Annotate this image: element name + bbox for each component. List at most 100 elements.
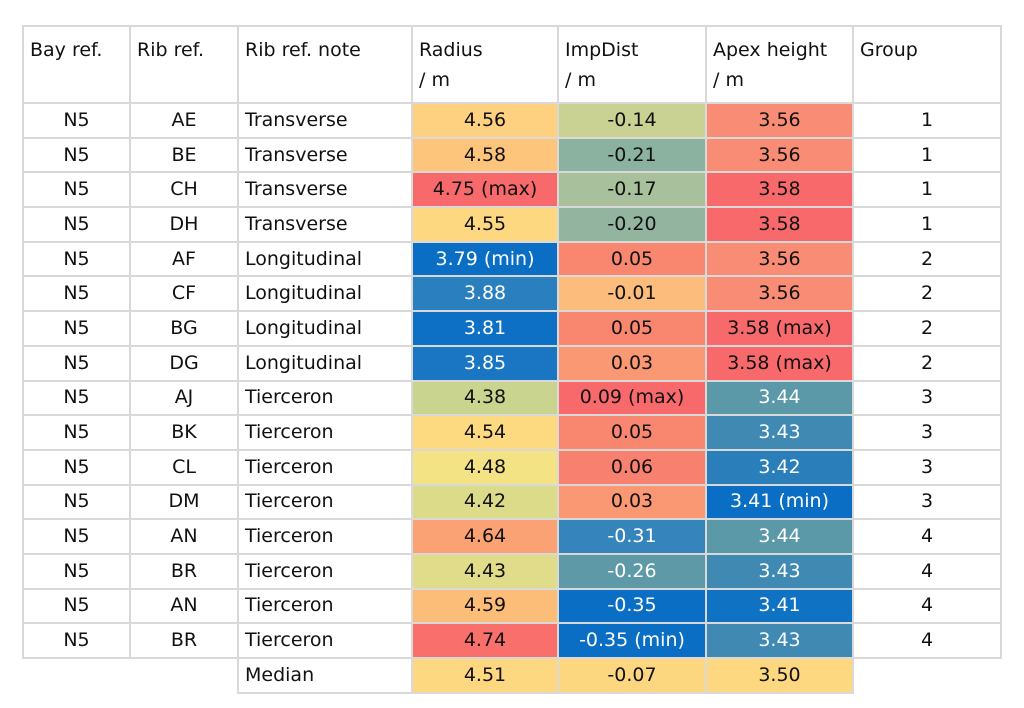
bay-ref-cell: N5	[22, 414, 131, 451]
header-radius: Radius / m	[411, 25, 559, 104]
impdist-cell: -0.35 (min)	[557, 622, 707, 659]
group-cell: 4	[852, 552, 1002, 590]
rib-ref-note-cell: Tierceron	[237, 587, 413, 625]
rib-ref-cell: BK	[129, 414, 239, 451]
radius-cell: 3.79 (min)	[411, 240, 559, 278]
header-rib-ref-note: Rib ref. note	[237, 25, 413, 104]
group-cell: 3	[852, 414, 1002, 451]
radius-cell: 4.54	[411, 414, 559, 451]
apex-height-cell: 3.56	[705, 240, 854, 278]
rib-ref-note-cell: Transverse	[237, 206, 413, 243]
bay-ref-cell: N5	[22, 171, 131, 209]
radius-cell: 4.55	[411, 206, 559, 243]
rib-ref-cell: BR	[129, 552, 239, 590]
apex-height-cell: 3.58 (max)	[705, 344, 854, 382]
apex-height-cell: 3.56	[705, 136, 854, 174]
table-row: N5 CH Transverse 4.75 (max) -0.17 3.58 1	[22, 171, 1002, 209]
radius-cell: 3.88	[411, 275, 559, 313]
header-group: Group	[852, 25, 1002, 104]
radius-cell: 4.56	[411, 102, 559, 139]
header-apex-height: Apex height / m	[705, 25, 854, 104]
apex-height-cell: 3.58 (max)	[705, 310, 854, 347]
rib-ref-note-cell: Tierceron	[237, 483, 413, 521]
group-cell: 1	[852, 136, 1002, 174]
empty-cell	[23, 658, 130, 693]
rib-ref-cell: DG	[129, 344, 239, 382]
radius-cell: 4.42	[411, 483, 559, 521]
rib-ref-note-cell: Longitudinal	[237, 310, 413, 347]
radius-cell: 4.58	[411, 136, 559, 174]
group-cell: 1	[852, 206, 1002, 243]
group-cell: 4	[852, 518, 1002, 555]
rib-ref-cell: CL	[129, 448, 239, 486]
group-cell: 1	[852, 171, 1002, 209]
impdist-cell: -0.17	[557, 171, 707, 209]
group-cell: 2	[852, 344, 1002, 382]
bay-ref-cell: N5	[22, 483, 131, 521]
rib-ref-cell: AE	[129, 102, 239, 139]
table-row: N5 BR Tierceron 4.74 -0.35 (min) 3.43 4	[22, 622, 1002, 659]
bay-ref-cell: N5	[22, 587, 131, 625]
header-impdist-unit: / m	[565, 69, 596, 91]
apex-height-cell: 3.43	[705, 622, 854, 659]
group-cell: 1	[852, 102, 1002, 139]
radius-cell: 4.43	[411, 552, 559, 590]
group-cell: 4	[852, 587, 1002, 625]
rib-ref-note-cell: Longitudinal	[237, 344, 413, 382]
table-row: N5 CL Tierceron 4.48 0.06 3.42 3	[22, 448, 1002, 486]
radius-cell: 3.85	[411, 344, 559, 382]
apex-height-cell: 3.58	[705, 171, 854, 209]
impdist-cell: -0.21	[557, 136, 707, 174]
rib-ref-note-cell: Transverse	[237, 171, 413, 209]
bay-ref-cell: N5	[22, 448, 131, 486]
bay-ref-cell: N5	[22, 275, 131, 313]
impdist-cell: -0.20	[557, 206, 707, 243]
bay-ref-cell: N5	[22, 206, 131, 243]
table-row: N5 AN Tierceron 4.59 -0.35 3.41 4	[22, 587, 1002, 625]
group-cell: 3	[852, 483, 1002, 521]
table-row: N5 AE Transverse 4.56 -0.14 3.56 1	[22, 102, 1002, 139]
radius-cell: 4.75 (max)	[411, 171, 559, 209]
rib-ref-cell: BR	[129, 622, 239, 659]
rib-ref-note-cell: Tierceron	[237, 622, 413, 659]
bay-ref-cell: N5	[22, 622, 131, 659]
radius-cell: 4.38	[411, 379, 559, 417]
table-row: N5 BR Tierceron 4.43 -0.26 3.43 4	[22, 552, 1002, 590]
radius-cell: 3.81	[411, 310, 559, 347]
empty-cell	[130, 658, 238, 693]
apex-height-cell: 3.56	[705, 102, 854, 139]
empty-cell	[853, 658, 1001, 693]
bay-ref-cell: N5	[22, 552, 131, 590]
rib-ref-cell: DM	[129, 483, 239, 521]
rib-ref-note-cell: Transverse	[237, 136, 413, 174]
bay-ref-cell: N5	[22, 240, 131, 278]
median-label: Median	[237, 657, 413, 694]
impdist-cell: 0.05	[557, 240, 707, 278]
bay-ref-cell: N5	[22, 344, 131, 382]
apex-height-cell: 3.58	[705, 206, 854, 243]
group-cell: 3	[852, 379, 1002, 417]
impdist-cell: -0.26	[557, 552, 707, 590]
impdist-cell: 0.03	[557, 483, 707, 521]
apex-height-cell: 3.44	[705, 379, 854, 417]
radius-cell: 4.74	[411, 622, 559, 659]
rib-ref-cell: DH	[129, 206, 239, 243]
apex-height-cell: 3.43	[705, 552, 854, 590]
table-row: N5 CF Longitudinal 3.88 -0.01 3.56 2	[22, 275, 1002, 313]
rib-ref-cell: CH	[129, 171, 239, 209]
rib-ref-cell: AF	[129, 240, 239, 278]
table-row: N5 AF Longitudinal 3.79 (min) 0.05 3.56 2	[22, 240, 1002, 278]
rib-ref-cell: BG	[129, 310, 239, 347]
table-row: N5 DH Transverse 4.55 -0.20 3.58 1	[22, 206, 1002, 243]
impdist-cell: 0.05	[557, 414, 707, 451]
rib-ref-note-cell: Longitudinal	[237, 240, 413, 278]
apex-height-cell: 3.41	[705, 587, 854, 625]
rib-ref-note-cell: Tierceron	[237, 448, 413, 486]
impdist-cell: -0.14	[557, 102, 707, 139]
header-impdist-label: ImpDist	[565, 39, 639, 61]
rib-ref-cell: AN	[129, 587, 239, 625]
radius-cell: 4.64	[411, 518, 559, 555]
apex-height-cell: 3.41 (min)	[705, 483, 854, 521]
rib-ref-note-cell: Longitudinal	[237, 275, 413, 313]
radius-cell: 4.48	[411, 448, 559, 486]
